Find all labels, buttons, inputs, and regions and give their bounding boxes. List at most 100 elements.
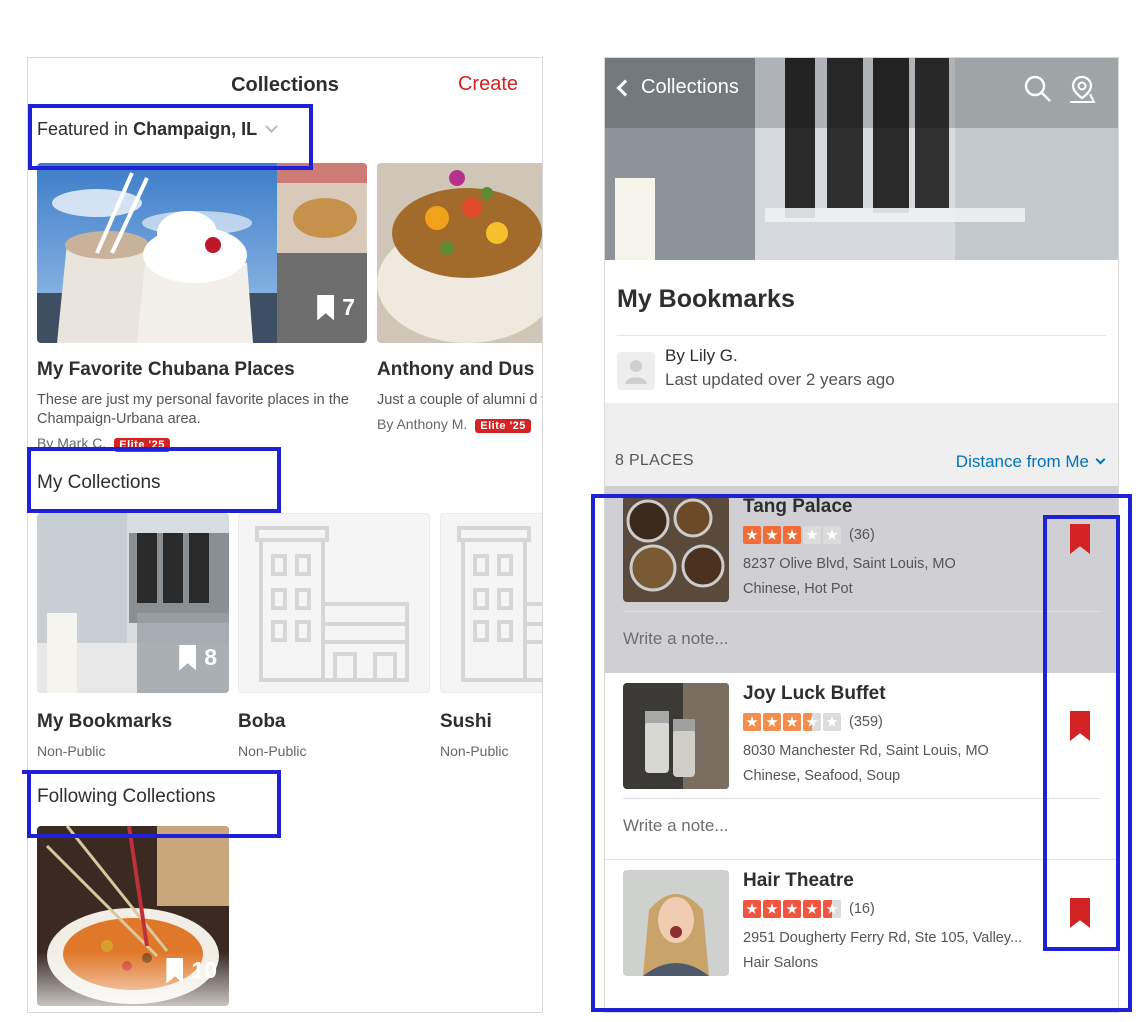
collection-description: These are just my personal favorite plac…	[37, 392, 349, 427]
collection-author: By Anthony M. Elite '25	[377, 416, 542, 433]
chevron-down-icon	[1095, 454, 1106, 464]
scroll-fade	[28, 952, 542, 1012]
back-label: Collections	[641, 76, 739, 98]
collection-hero-image: Collections	[605, 58, 1118, 260]
collections-screen: Collections Create Featured in Champaign…	[27, 57, 543, 1013]
featured-collection-card[interactable]: 7 My Favorite Chubana Places These are j…	[37, 163, 367, 452]
elite-badge: Elite '25	[114, 438, 170, 452]
star-rating: (16)	[743, 900, 875, 918]
back-chevron-icon	[616, 79, 634, 96]
sort-dropdown[interactable]: Distance from Me	[956, 452, 1106, 472]
note-input[interactable]: Write a note...	[623, 629, 729, 649]
star-icon	[743, 713, 761, 731]
star-rating: (36)	[743, 526, 875, 544]
user-icon	[625, 360, 647, 384]
collection-title: My Bookmarks	[37, 711, 173, 732]
star-icon	[803, 526, 821, 544]
collection-owner[interactable]: By Lily G.	[665, 346, 738, 366]
featured-collection-card[interactable]: Anthony and Dus Just a couple of alumni …	[377, 163, 542, 433]
back-button[interactable]: Collections	[616, 76, 739, 99]
place-address: 2951 Dougherty Ferry Rd, Ste 105, Valley…	[743, 930, 1023, 946]
place-name[interactable]: Joy Luck Buffet	[743, 683, 886, 705]
place-name[interactable]: Hair Theatre	[743, 870, 854, 892]
collection-title: Boba	[238, 711, 286, 732]
review-count: (16)	[849, 901, 875, 917]
collection-visibility: Non-Public	[37, 743, 106, 759]
collection-cover-placeholder	[238, 513, 430, 693]
collection-item-count: 8	[179, 644, 217, 671]
collection-visibility: Non-Public	[238, 743, 307, 759]
building-icon	[457, 526, 542, 682]
collection-title: Sushi	[440, 711, 492, 732]
place-photo	[623, 496, 729, 602]
places-header: 8 PLACES Distance from Me	[605, 436, 1118, 486]
divider	[623, 611, 1100, 612]
avatar[interactable]	[617, 352, 655, 390]
place-address: 8030 Manchester Rd, Saint Louis, MO	[743, 743, 989, 759]
portrait-photo	[623, 870, 729, 976]
salt-shaker-photo	[623, 683, 729, 789]
place-photo	[623, 870, 729, 976]
collection-detail-screen: Collections My Bookmarks By Lily G. Last…	[604, 57, 1119, 1013]
star-icon	[823, 526, 841, 544]
collection-cover-image	[377, 163, 542, 343]
divider	[623, 798, 1100, 799]
featured-location-selector[interactable]: Featured in Champaign, IL	[37, 119, 278, 140]
collection-title: Anthony and Dus	[377, 359, 535, 380]
building-icon	[255, 526, 409, 682]
place-address: 8237 Olive Blvd, Saint Louis, MO	[743, 556, 956, 572]
last-updated: Last updated over 2 years ago	[665, 370, 895, 389]
collection-item-count: 7	[317, 294, 355, 321]
divider	[617, 335, 1106, 336]
place-row[interactable]: Tang Palace (36) 8237 Olive Blvd, Saint …	[605, 486, 1118, 673]
places-count: 8 PLACES	[615, 452, 694, 469]
collection-cover-image: 8	[37, 513, 229, 693]
create-button[interactable]: Create	[458, 73, 518, 96]
star-icon	[783, 526, 801, 544]
hot-pot-photo	[623, 496, 729, 602]
chevron-down-icon	[265, 120, 278, 133]
my-collections-heading: My Collections	[37, 472, 161, 493]
bookmark-icon	[317, 294, 335, 321]
star-icon	[823, 713, 841, 731]
place-photo	[623, 683, 729, 789]
place-categories: Chinese, Seafood, Soup	[743, 768, 901, 784]
featured-location: Champaign, IL	[133, 119, 258, 139]
bookmark-icon[interactable]	[1070, 524, 1090, 554]
collection-visibility: Non-Public	[440, 743, 509, 759]
star-rating: (359)	[743, 713, 883, 731]
bookmark-icon[interactable]	[1070, 711, 1090, 741]
review-count: (36)	[849, 527, 875, 543]
collection-card-my-bookmarks[interactable]: 8 My Bookmarks Non-Public	[37, 513, 229, 759]
collection-cover-image: 7	[37, 163, 367, 343]
star-icon	[763, 713, 781, 731]
star-icon	[783, 900, 801, 918]
bookmark-icon[interactable]	[1070, 898, 1090, 928]
collection-card-boba[interactable]: Boba Non-Public	[238, 513, 430, 759]
collection-description: Just a couple of alumni d fans for some …	[377, 392, 542, 408]
star-icon	[763, 526, 781, 544]
sushi-photo	[377, 163, 542, 343]
elite-badge: Elite '25	[475, 419, 531, 433]
bookmark-icon	[179, 644, 197, 671]
collection-title: My Favorite Chubana Places	[37, 359, 295, 380]
note-input[interactable]: Write a note...	[623, 816, 729, 836]
following-collections-heading: Following Collections	[37, 786, 216, 807]
place-row[interactable]: Hair Theatre (16) 2951 Dougherty Ferry R…	[605, 860, 1118, 1012]
place-categories: Chinese, Hot Pot	[743, 581, 853, 597]
map-pin-icon[interactable]	[1067, 74, 1097, 104]
featured-prefix: Featured in	[37, 119, 129, 139]
place-row[interactable]: Joy Luck Buffet (359) 8030 Manchester Rd…	[605, 673, 1118, 860]
place-name[interactable]: Tang Palace	[743, 496, 852, 518]
search-icon[interactable]	[1023, 74, 1053, 104]
star-icon	[763, 900, 781, 918]
place-categories: Hair Salons	[743, 955, 818, 971]
star-half-icon	[823, 900, 841, 918]
review-count: (359)	[849, 714, 883, 730]
star-icon	[743, 900, 761, 918]
collection-cover-placeholder	[440, 513, 542, 693]
star-icon	[743, 526, 761, 544]
star-icon	[803, 900, 821, 918]
collection-card-sushi[interactable]: Sushi Non-Public	[440, 513, 542, 759]
collection-title: My Bookmarks	[617, 285, 795, 313]
